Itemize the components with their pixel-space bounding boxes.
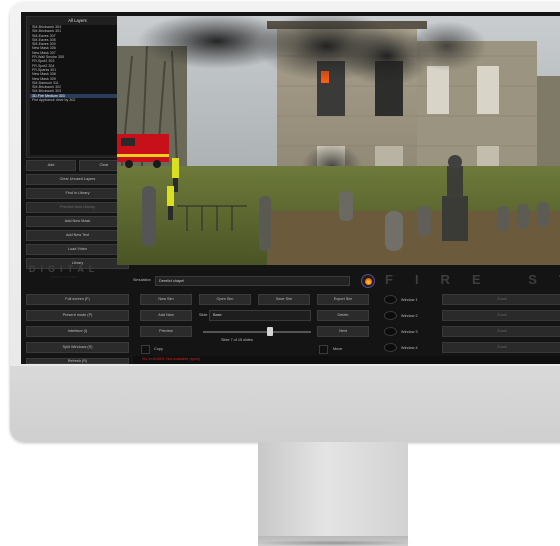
slide-counter: Slide 7 of 15 slides	[221, 338, 253, 342]
simulation-viewport[interactable]	[117, 16, 560, 265]
simulation-label: Simulation	[133, 278, 151, 282]
fire-studio-app: All Layers SM-Brickwork 304 SM-Brickwork …	[21, 12, 560, 364]
load-video-button[interactable]: Load Video	[26, 244, 129, 255]
refresh-button[interactable]: Refresh (R)	[26, 358, 129, 364]
layer-list[interactable]: SM-Brickwork 304 SM-Brickwork 301 SM-Eaves…	[30, 25, 122, 155]
fire-studio-logo: FIRE STUD	[361, 272, 560, 290]
move-checkbox[interactable]	[319, 345, 328, 354]
export-sim-button[interactable]: Export Sim	[317, 294, 369, 305]
window-4-toggle[interactable]	[384, 343, 397, 352]
stand-shadow	[250, 540, 416, 546]
interface-button[interactable]: Interface (I)	[26, 326, 129, 337]
slide-name-field[interactable]: Base	[209, 310, 311, 321]
delete-slide-button[interactable]: Delete	[317, 310, 369, 321]
simulation-name-field[interactable]: Derelict chapel	[155, 276, 350, 286]
slide-slider-knob[interactable]	[266, 327, 273, 336]
digital-logo: DIGITAL	[29, 264, 100, 274]
scene-image	[117, 16, 560, 265]
window-1-zoom-button[interactable]: Zoom	[442, 294, 560, 305]
window-3-label: Window 3	[401, 330, 418, 334]
window-3-zoom-button[interactable]: Zoom	[442, 326, 560, 337]
window-4-label: Window 4	[401, 346, 418, 350]
fire-badge-icon	[361, 274, 375, 288]
window-2-zoom-button[interactable]: Zoom	[442, 310, 560, 321]
monitor-chin	[10, 366, 560, 442]
preview-button[interactable]: Preview	[140, 326, 192, 337]
screen: All Layers SM-Brickwork 304 SM-Brickwork …	[21, 12, 560, 364]
window-1-label: Window 1	[401, 298, 418, 302]
add-new-mask-button[interactable]: Add New Mask	[26, 216, 129, 227]
layers-title: All Layers	[68, 18, 87, 23]
copy-label: Copy	[154, 347, 163, 351]
slide-label: Slide	[199, 313, 208, 317]
window-3-toggle[interactable]	[384, 327, 397, 336]
add-layer-button[interactable]: Add	[26, 160, 76, 171]
status-text: SIL in ANDID: Not available (spec)	[142, 357, 200, 361]
layers-panel: All Layers SM-Brickwork 304 SM-Brickwork …	[26, 16, 129, 158]
add-new-text-button[interactable]: Add New Text	[26, 230, 129, 241]
save-sim-button[interactable]: Save Sim	[258, 294, 310, 305]
open-sim-button[interactable]: Open Sim	[199, 294, 251, 305]
next-slide-button[interactable]: Next	[317, 326, 369, 337]
slide-slider-track[interactable]	[203, 331, 311, 333]
fire-studio-logo-text: FIRE STUD	[385, 272, 560, 287]
split-windows-button[interactable]: Split Windows (S)	[26, 342, 129, 353]
find-in-library-button[interactable]: Find in Library	[26, 188, 129, 199]
full-screen-button[interactable]: Full screen (F)	[26, 294, 129, 305]
layer-list-item[interactable]: Fire Appliance drive by 302	[30, 98, 122, 102]
digital-logo-sub: SIMULATION	[51, 275, 78, 279]
window-2-toggle[interactable]	[384, 311, 397, 320]
add-new-slide-button[interactable]: Add New	[140, 310, 192, 321]
window-4-zoom-button[interactable]: Zoom	[442, 342, 560, 353]
window-2-label: Window 2	[401, 314, 418, 318]
monitor-stand	[258, 442, 408, 538]
present-mode-button[interactable]: Present mode (P)	[26, 310, 129, 321]
move-label: Move	[333, 347, 343, 351]
new-sim-button[interactable]: New Sim	[140, 294, 192, 305]
window-1-toggle[interactable]	[384, 295, 397, 304]
copy-checkbox[interactable]	[141, 345, 150, 354]
preview-from-library-button[interactable]: Preview from Library	[26, 202, 129, 213]
clear-unused-layers-button[interactable]: Clear Unused Layers	[26, 174, 129, 185]
